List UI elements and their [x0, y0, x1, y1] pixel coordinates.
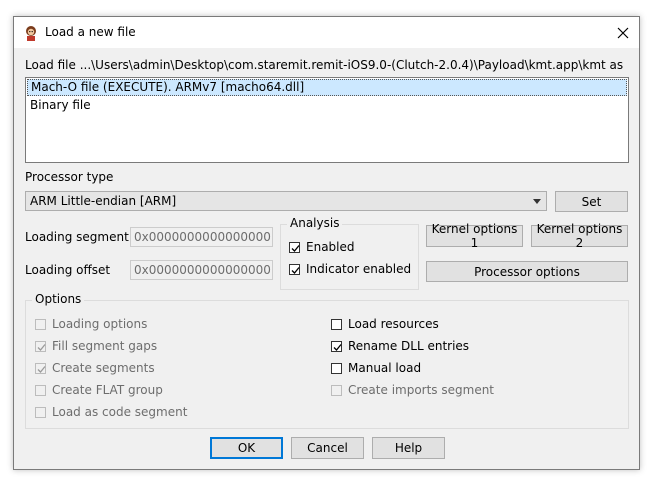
processor-type-value: ARM Little-endian [ARM]: [30, 194, 177, 208]
loading-offset-field[interactable]: 0x0000000000000000: [130, 260, 273, 280]
checkbox-box: [35, 318, 46, 330]
analysis-group-title: Analysis: [287, 216, 343, 230]
loading-options-label: Loading options: [52, 317, 148, 331]
create-segments-checkbox: Create segments: [35, 361, 155, 375]
checkbox-box: [35, 406, 46, 418]
check-icon: [37, 343, 46, 351]
file-type-list[interactable]: Mach-O file (EXECUTE). ARMv7 [macho64.dl…: [25, 77, 629, 163]
load-as-code-segment-checkbox: Load as code segment: [35, 405, 187, 419]
loading-segment-label: Loading segment: [25, 230, 129, 244]
analysis-group: Analysis: [280, 216, 419, 290]
list-item-macho[interactable]: Mach-O file (EXECUTE). ARMv7 [macho64.dl…: [27, 79, 627, 96]
check-icon: [333, 343, 342, 351]
list-item-binary[interactable]: Binary file: [26, 97, 628, 114]
ida-app-icon: [26, 26, 36, 41]
load-file-dialog: Load a new file Load file ...\Users\admi…: [13, 16, 640, 470]
create-imports-segment-checkbox: Create imports segment: [331, 383, 494, 397]
checkbox-box: [331, 318, 342, 330]
loading-segment-field[interactable]: 0x0000000000000000: [130, 227, 273, 247]
indicator-enabled-checkbox[interactable]: Indicator enabled: [289, 262, 411, 276]
manual-load-label: Manual load: [348, 361, 422, 375]
load-as-code-segment-label: Load as code segment: [52, 405, 188, 419]
check-icon: [291, 244, 300, 252]
load-resources-label: Load resources: [348, 317, 439, 331]
kernel-options-1-button[interactable]: Kernel options 1: [426, 222, 523, 250]
create-flat-group-checkbox: Create FLAT group: [35, 383, 163, 397]
chevron-down-icon: [533, 199, 541, 204]
rename-dll-entries-checkbox[interactable]: Rename DLL entries: [331, 339, 469, 353]
analysis-enabled-label: Enabled: [306, 240, 355, 254]
cancel-button[interactable]: Cancel: [291, 437, 364, 459]
processor-options-button[interactable]: Processor options: [426, 261, 628, 282]
title-bar: Load a new file: [14, 17, 639, 48]
checkbox-box: [35, 362, 46, 374]
load-file-label: Load file ...\Users\admin\Desktop\com.st…: [25, 58, 624, 72]
checkbox-box: [35, 384, 46, 396]
fill-segment-gaps-label: Fill segment gaps: [52, 339, 158, 353]
set-button[interactable]: Set: [555, 191, 628, 212]
checkbox-box: [331, 384, 342, 396]
close-icon: [617, 27, 629, 38]
manual-load-checkbox[interactable]: Manual load: [331, 361, 421, 375]
load-resources-checkbox[interactable]: Load resources: [331, 317, 439, 331]
processor-type-label: Processor type: [25, 170, 114, 184]
close-button[interactable]: [607, 17, 639, 48]
options-group-title: Options: [32, 292, 85, 306]
loading-options-checkbox: Loading options: [35, 317, 147, 331]
ok-button[interactable]: OK: [210, 437, 283, 459]
checkbox-box: [331, 340, 342, 352]
create-imports-segment-label: Create imports segment: [348, 383, 495, 397]
fill-segment-gaps-checkbox: Fill segment gaps: [35, 339, 157, 353]
create-segments-label: Create segments: [52, 361, 155, 375]
check-icon: [291, 266, 300, 274]
indicator-enabled-label: Indicator enabled: [306, 262, 412, 276]
window-title: Load a new file: [45, 25, 136, 39]
check-icon: [37, 365, 46, 373]
checkbox-box: [289, 241, 300, 253]
create-flat-group-label: Create FLAT group: [52, 383, 163, 397]
rename-dll-entries-label: Rename DLL entries: [348, 339, 470, 353]
checkbox-box: [35, 340, 46, 352]
help-button[interactable]: Help: [372, 437, 445, 459]
checkbox-box: [289, 263, 300, 275]
analysis-enabled-checkbox[interactable]: Enabled: [289, 240, 355, 254]
processor-type-select[interactable]: ARM Little-endian [ARM]: [25, 191, 547, 211]
kernel-options-2-button[interactable]: Kernel options 2: [531, 222, 628, 250]
loading-offset-label: Loading offset: [25, 263, 111, 277]
checkbox-box: [331, 362, 342, 374]
